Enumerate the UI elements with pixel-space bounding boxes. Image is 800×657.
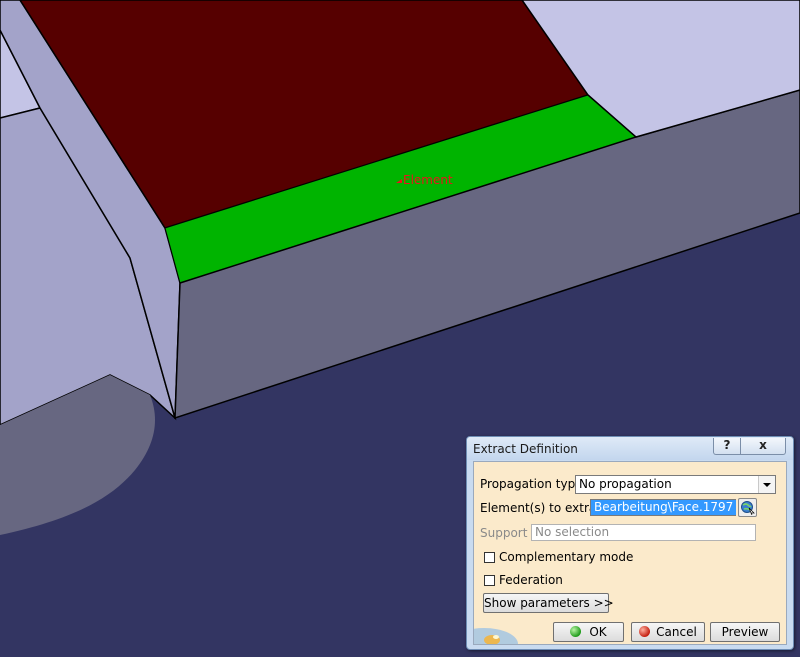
dialog-panel: Propagation type: No propagation Element… [473, 461, 787, 645]
propagation-type-value: No propagation [579, 477, 672, 491]
cancel-label: Cancel [656, 625, 697, 639]
help-button[interactable]: ? [713, 438, 741, 455]
annotation-marker-icon [396, 179, 402, 183]
globe-cursor-icon[interactable] [738, 498, 757, 517]
complementary-mode-checkbox[interactable] [484, 552, 495, 563]
close-button[interactable]: x [740, 438, 786, 455]
ok-label: OK [589, 625, 607, 639]
federation-checkbox[interactable] [484, 575, 495, 586]
dialog-title: Extract Definition [473, 442, 578, 456]
propagation-type-label: Propagation type: [480, 477, 587, 491]
elements-to-extract-label: Element(s) to extract [480, 501, 608, 515]
elements-to-extract-field[interactable]: Bearbeitung\Face.1797 [590, 499, 737, 516]
element-annotation-label: Element [403, 173, 453, 187]
element-annotation: Element [396, 173, 453, 187]
ok-button[interactable]: OK [553, 622, 624, 642]
catia-logo-decoration [474, 610, 524, 644]
extract-definition-dialog: Extract Definition ? x Propagation type:… [466, 436, 794, 650]
chevron-down-icon[interactable] [758, 476, 775, 493]
green-dot-icon [570, 626, 582, 637]
complementary-mode-label: Complementary mode [499, 550, 634, 564]
elements-to-extract-value: Bearbeitung\Face.1797 [591, 500, 737, 515]
red-dot-icon [639, 626, 651, 637]
support-field: No selection [531, 524, 756, 541]
dialog-titlebar[interactable]: Extract Definition ? x [467, 437, 793, 460]
preview-button[interactable]: Preview [710, 622, 780, 642]
cancel-button[interactable]: Cancel [631, 622, 705, 642]
support-label: Support : [480, 526, 536, 540]
federation-label: Federation [499, 573, 563, 587]
propagation-type-select[interactable]: No propagation [575, 475, 776, 494]
